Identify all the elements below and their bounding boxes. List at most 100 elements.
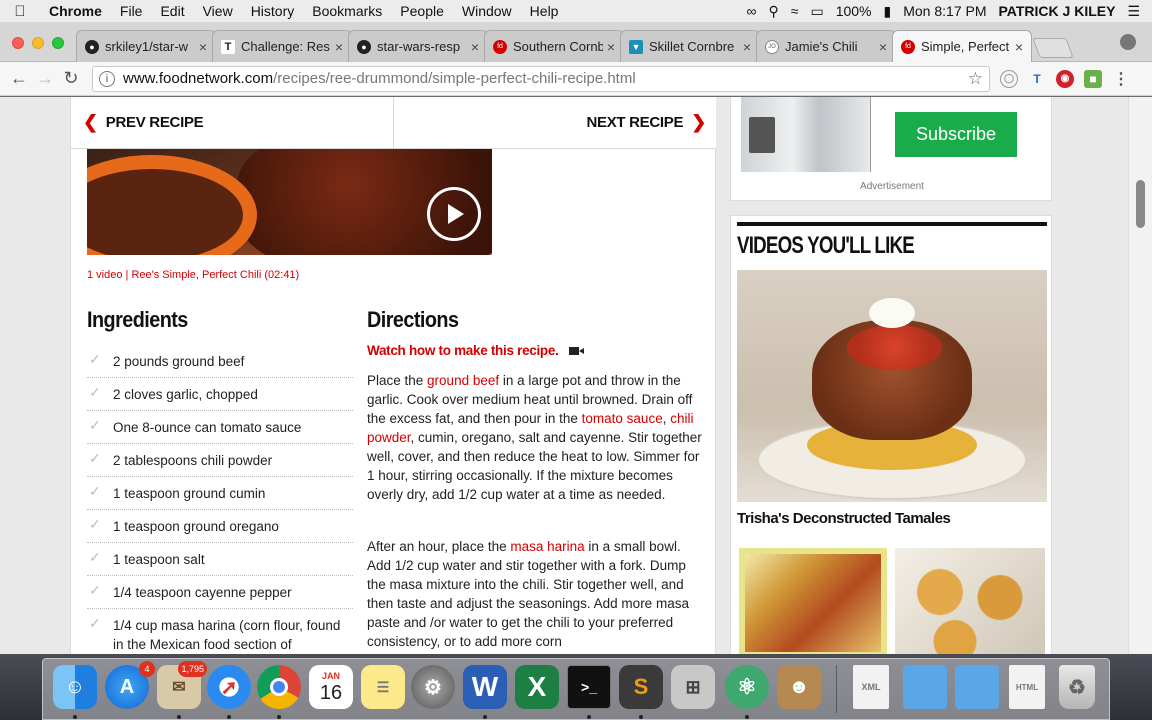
close-tab-icon[interactable]: × [879,39,887,55]
zoom-window-button[interactable] [52,37,64,49]
extension-red-icon[interactable]: ◉ [1056,69,1074,88]
menu-history[interactable]: History [242,3,304,19]
apple-menu-icon[interactable]:  [0,3,40,20]
checkmark-icon[interactable]: ✓ [89,482,101,501]
watch-recipe-link[interactable]: Watch how to make this recipe. [367,343,584,358]
wifi-icon[interactable]: ≈ [791,3,799,19]
bookmark-star-icon[interactable]: ☆ [968,69,983,89]
close-tab-icon[interactable]: × [335,39,343,55]
checkmark-icon[interactable]: ✓ [89,350,101,369]
downloads-folder-icon[interactable] [955,665,999,709]
ingredient-item[interactable]: ✓ 1 teaspoon ground oregano [87,510,353,543]
checkmark-icon[interactable]: ✓ [89,515,101,534]
video-caption-link[interactable]: 1 video | Ree's Simple, Perfect Chili (0… [87,269,299,281]
menu-bookmarks[interactable]: Bookmarks [303,3,391,19]
tab-skillet-cornbread[interactable]: ▼ Skillet Cornbre × [620,30,760,62]
html-file-icon[interactable]: HTML [1009,665,1045,709]
subscribe-button[interactable]: Subscribe [895,112,1017,157]
user-name[interactable]: PATRICK J KILEY [999,3,1116,19]
featured-video-thumbnail[interactable] [737,270,1047,502]
close-tab-icon[interactable]: × [607,39,615,55]
airplay-icon[interactable]: ▭ [810,3,823,20]
masa-harina-link[interactable]: masa harina [510,539,584,554]
minimize-window-button[interactable] [32,37,44,49]
safari-icon[interactable]: ➚ [207,665,251,709]
checkmark-icon[interactable]: ✓ [89,416,101,435]
battery-percent[interactable]: 100% [836,3,872,19]
extension-green-icon[interactable]: ■ [1084,69,1102,88]
checkmark-icon[interactable]: ✓ [89,383,101,402]
word-icon[interactable]: W [463,665,507,709]
ingredient-item[interactable]: ✓ 2 tablespoons chili powder [87,444,353,477]
ingredient-item[interactable]: ✓ One 8-ounce can tomato sauce [87,411,353,444]
ingredient-item[interactable]: ✓ 1 teaspoon ground cumin [87,477,353,510]
scrollbar-thumb[interactable] [1136,180,1145,228]
ingredient-item[interactable]: ✓ 1 teaspoon salt [87,543,353,576]
close-tab-icon[interactable]: × [471,39,479,55]
menu-window[interactable]: Window [453,3,521,19]
ingredient-item[interactable]: ✓ 2 cloves garlic, chopped [87,378,353,411]
tab-github-1[interactable]: ● srkiley1/star-w × [76,30,216,62]
extension-circle-icon[interactable]: ◯ [1000,69,1018,88]
close-tab-icon[interactable]: × [199,39,207,55]
checkmark-icon[interactable]: ✓ [89,581,101,600]
checkmark-icon[interactable]: ✓ [89,449,101,468]
address-bar[interactable]: i www.foodnetwork.com/recipes/ree-drummo… [92,65,990,92]
menu-view[interactable]: View [194,3,242,19]
ingredient-item[interactable]: ✓ 2 pounds ground beef [87,345,353,378]
atom-icon[interactable]: ⚛ [725,665,769,709]
page-scrollbar[interactable] [1128,97,1152,654]
terminal-icon[interactable]: >_ [567,665,611,709]
infinity-icon[interactable]: ∞ [747,3,757,19]
tomato-sauce-link[interactable]: tomato sauce [582,411,663,426]
forward-icon[interactable]: → [32,68,58,89]
ingredient-item[interactable]: ✓ 1/4 teaspoon cayenne pepper [87,576,353,609]
mail-icon[interactable]: ✉ 1,795 [157,661,207,709]
back-icon[interactable]: ← [6,68,32,89]
close-window-button[interactable] [12,37,24,49]
chrome-menu-icon[interactable]: ⋮ [1112,70,1130,88]
excel-icon[interactable]: X [515,665,559,709]
trash-icon[interactable]: ♻ [1059,665,1095,709]
menu-file[interactable]: File [111,3,152,19]
menu-app-name[interactable]: Chrome [40,3,111,19]
tab-simple-perfect-chili[interactable]: fd Simple, Perfect × [892,30,1032,62]
contacts-icon[interactable]: ☻ [777,665,821,709]
tab-southern-cornbread[interactable]: fd Southern Cornb × [484,30,624,62]
recipe-video[interactable] [87,145,492,255]
calendar-icon[interactable]: JAN 16 [309,665,353,709]
menu-help[interactable]: Help [521,3,568,19]
tab-jamies-chili[interactable]: JO Jamie's Chili × [756,30,896,62]
checkmark-icon[interactable]: ✓ [89,614,101,633]
extension-t-icon[interactable]: T [1028,70,1046,88]
checkmark-icon[interactable]: ✓ [89,548,101,567]
new-tab-button[interactable] [1032,38,1074,58]
prev-recipe-link[interactable]: ❮ PREV RECIPE [71,97,394,148]
info-icon[interactable]: i [99,70,115,87]
system-preferences-icon[interactable]: ⚙ [411,665,455,709]
play-icon[interactable] [427,187,481,241]
calculator-icon[interactable]: ⊞ [671,665,715,709]
notes-icon[interactable]: ☰ [361,665,405,709]
ingredient-item[interactable]: ✓ 1/4 cup masa harina (corn flour, found … [87,609,353,654]
ground-beef-link[interactable]: ground beef [427,373,499,388]
spotlight-search-icon[interactable]: ⚲ [769,3,779,20]
close-tab-icon[interactable]: × [1015,39,1023,55]
video-thumbnail-casserole[interactable] [739,548,887,654]
menu-edit[interactable]: Edit [151,3,193,19]
tab-treehouse[interactable]: T Challenge: Res × [212,30,352,62]
profile-icon[interactable] [1120,34,1136,50]
folder-icon[interactable] [903,665,947,709]
close-tab-icon[interactable]: × [743,39,751,55]
finder-icon[interactable]: ☺ [53,665,97,709]
refrigerator-ad-image[interactable] [741,97,871,172]
clock[interactable]: Mon 8:17 PM [903,3,986,19]
sublime-text-icon[interactable]: S [619,665,663,709]
battery-icon[interactable]: ▮ [884,3,892,20]
notification-center-icon[interactable]: ☰ [1127,3,1140,20]
app-store-icon[interactable]: A4 [105,661,155,709]
video-thumbnail-tarts[interactable] [895,548,1045,654]
menu-people[interactable]: People [391,3,453,19]
featured-video-title[interactable]: Trisha's Deconstructed Tamales [737,510,951,527]
chrome-icon[interactable] [257,665,301,709]
